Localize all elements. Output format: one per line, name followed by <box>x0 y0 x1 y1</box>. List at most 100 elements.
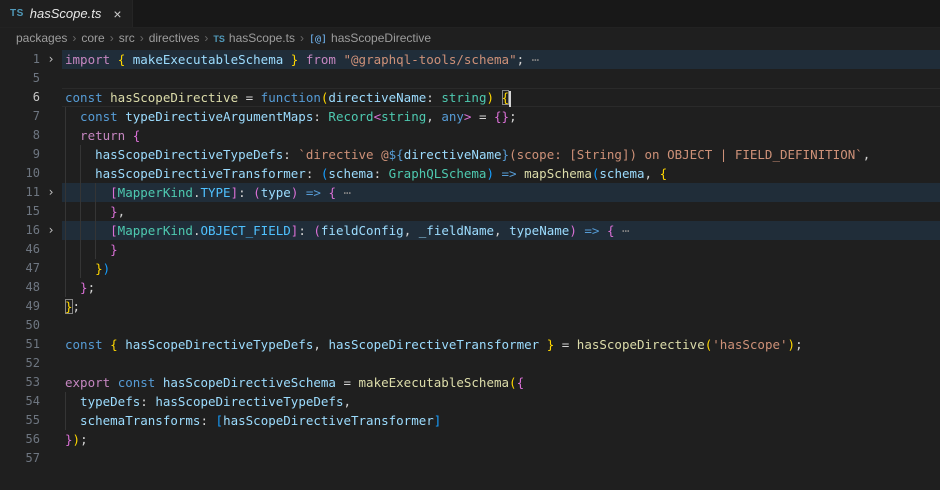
line-number: 52 <box>0 354 40 373</box>
editor-gutter: 49 <box>0 297 62 316</box>
code-line-content[interactable] <box>62 316 940 335</box>
code-line[interactable]: 50 <box>0 316 940 335</box>
code-line-content[interactable]: }; <box>62 278 940 297</box>
code-token: : <box>140 394 155 409</box>
indent-guide <box>80 145 95 164</box>
code-line[interactable]: 54typeDefs: hasScopeDirectiveTypeDefs, <box>0 392 940 411</box>
code-line-content[interactable]: hasScopeDirectiveTransformer: (schema: G… <box>62 164 940 183</box>
breadcrumb-item[interactable]: TShasScope.ts <box>213 31 295 45</box>
fold-collapsed-chevron-icon[interactable]: › <box>40 183 62 202</box>
code-line[interactable]: 52 <box>0 354 940 373</box>
breadcrumb-label: src <box>119 31 135 45</box>
code-line[interactable]: 9hasScopeDirectiveTypeDefs: `directive @… <box>0 145 940 164</box>
code-line-content[interactable]: return { <box>62 126 940 145</box>
code-line-content[interactable]: }; <box>62 297 940 316</box>
code-line[interactable]: 46} <box>0 240 940 259</box>
code-line[interactable]: 53export const hasScopeDirectiveSchema =… <box>0 373 940 392</box>
code-token: ) <box>569 223 577 238</box>
code-token: = <box>336 375 359 390</box>
code-line-content[interactable]: const hasScopeDirective = function(direc… <box>62 88 940 107</box>
code-line-content[interactable]: }, <box>62 202 940 221</box>
close-icon[interactable]: × <box>113 7 121 21</box>
code-line-content[interactable]: }) <box>62 259 940 278</box>
code-line[interactable]: 1›import { makeExecutableSchema } from "… <box>0 50 940 69</box>
code-token <box>283 52 291 67</box>
code-line[interactable]: 7 const typeDirectiveArgumentMaps: Record… <box>0 107 940 126</box>
code-line[interactable]: 10hasScopeDirectiveTransformer: (schema:… <box>0 164 940 183</box>
code-line[interactable]: 8return { <box>0 126 940 145</box>
breadcrumb-item[interactable]: packages <box>16 31 67 45</box>
code-token: function <box>261 90 321 105</box>
code-line[interactable]: 49}; <box>0 297 940 316</box>
code-token: directiveName <box>328 90 426 105</box>
fold-collapsed-chevron-icon[interactable]: › <box>40 221 62 240</box>
code-editor[interactable]: 1›import { makeExecutableSchema } from "… <box>0 48 940 468</box>
matched-bracket: } <box>65 299 73 314</box>
editor-gutter: 47 <box>0 259 62 278</box>
code-token: MapperKind <box>118 223 193 238</box>
fold-column <box>40 240 62 259</box>
code-line-content[interactable] <box>62 449 940 468</box>
fold-column <box>40 297 62 316</box>
editor-gutter: 46 <box>0 240 62 259</box>
code-line-content[interactable]: hasScopeDirectiveTypeDefs: `directive @$… <box>62 145 940 164</box>
code-token: [ <box>216 413 224 428</box>
code-line-content[interactable]: export const hasScopeDirectiveSchema = m… <box>62 373 940 392</box>
code-line[interactable]: 55schemaTransforms: [hasScopeDirectiveTr… <box>0 411 940 430</box>
code-token: ( <box>313 223 321 238</box>
code-line-content[interactable]: [MapperKind.OBJECT_FIELD]: (fieldConfig,… <box>62 221 940 240</box>
fold-column <box>40 107 62 126</box>
breadcrumb-separator: › <box>105 31 119 45</box>
code-line[interactable]: 48}; <box>0 278 940 297</box>
tab-hasscope-ts[interactable]: TS hasScope.ts × <box>0 0 133 27</box>
line-number: 16 <box>0 221 40 240</box>
code-line-content[interactable]: [MapperKind.TYPE]: (type) => { ⋯ <box>62 183 940 202</box>
code-line-content[interactable]: import { makeExecutableSchema } from "@g… <box>62 50 940 69</box>
code-line[interactable]: 47}) <box>0 259 940 278</box>
code-line[interactable]: 56}); <box>0 430 940 449</box>
code-line[interactable]: 11›[MapperKind.TYPE]: (type) => { ⋯ <box>0 183 940 202</box>
code-token: = <box>238 90 261 105</box>
typescript-file-icon: TS <box>213 34 225 44</box>
code-line-content[interactable] <box>62 354 940 373</box>
code-token: hasScopeDirectiveTypeDefs <box>95 147 283 162</box>
code-line-content[interactable]: } <box>62 240 940 259</box>
fold-column <box>40 145 62 164</box>
breadcrumb-separator: › <box>295 31 309 45</box>
fold-collapsed-chevron-icon[interactable]: › <box>40 50 62 69</box>
breadcrumb-item[interactable]: directives <box>149 31 200 45</box>
tab-title: hasScope.ts <box>30 6 102 21</box>
breadcrumb-item[interactable]: src <box>119 31 135 45</box>
breadcrumb-item[interactable]: core <box>81 31 104 45</box>
code-token: "@graphql-tools/schema" <box>344 52 517 67</box>
code-line[interactable]: 15}, <box>0 202 940 221</box>
fold-column <box>40 278 62 297</box>
code-line-content[interactable]: typeDefs: hasScopeDirectiveTypeDefs, <box>62 392 940 411</box>
line-number: 7 <box>0 107 40 126</box>
code-line-content[interactable]: }); <box>62 430 940 449</box>
code-line-content[interactable]: const { hasScopeDirectiveTypeDefs, hasSc… <box>62 335 940 354</box>
code-line[interactable]: 57 <box>0 449 940 468</box>
code-line[interactable]: 51 const { hasScopeDirectiveTypeDefs, has… <box>0 335 940 354</box>
line-number: 51 <box>0 335 40 354</box>
code-token: { <box>133 128 141 143</box>
code-line[interactable]: 5 <box>0 69 940 88</box>
code-line-content[interactable] <box>62 69 940 88</box>
code-line[interactable]: 6const hasScopeDirective = function(dire… <box>0 88 940 107</box>
code-token: schema <box>328 166 373 181</box>
code-token: hasScopeDirectiveTypeDefs <box>155 394 343 409</box>
breadcrumb-item[interactable]: [@]hasScopeDirective <box>309 31 431 45</box>
code-line[interactable]: 16›[MapperKind.OBJECT_FIELD]: (fieldConf… <box>0 221 940 240</box>
code-line-content[interactable]: schemaTransforms: [hasScopeDirectiveTran… <box>62 411 940 430</box>
breadcrumb-label: directives <box>149 31 200 45</box>
code-line-content[interactable]: const typeDirectiveArgumentMaps: Record<… <box>62 107 940 126</box>
code-token: string <box>441 90 486 105</box>
editor-gutter: 50 <box>0 316 62 335</box>
breadcrumb-label: packages <box>16 31 67 45</box>
code-token: ; <box>88 280 96 295</box>
code-token: 'hasScope' <box>712 337 787 352</box>
editor-gutter: 16› <box>0 221 62 240</box>
indent-guide <box>80 202 95 221</box>
code-token: hasScopeDirective <box>110 90 238 105</box>
code-token: { <box>328 185 336 200</box>
